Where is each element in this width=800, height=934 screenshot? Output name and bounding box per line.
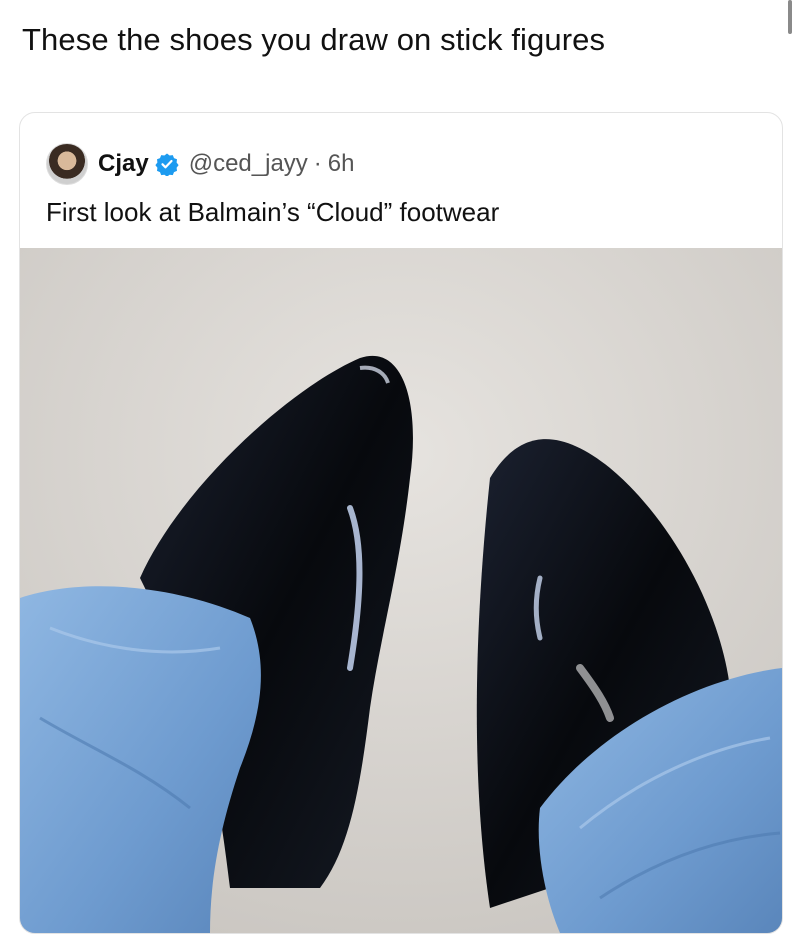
quoted-tweet-card[interactable]: Cjay @ced_jayy · 6h First look at Balmai… (19, 112, 783, 934)
tweet-media-photo[interactable] (20, 248, 782, 933)
verified-badge-icon (155, 153, 179, 176)
user-handle[interactable]: @ced_jayy (189, 150, 308, 178)
boots-photo-illustration (20, 248, 782, 933)
tweet-timestamp[interactable]: 6h (328, 150, 355, 178)
post-caption: These the shoes you draw on stick figure… (22, 22, 606, 57)
separator-dot: · (313, 150, 322, 177)
tweet-header: Cjay @ced_jayy · 6h (46, 143, 355, 185)
tweet-text: First look at Balmain’s “Cloud” footwear (46, 197, 500, 227)
scrollbar[interactable] (788, 0, 792, 34)
user-avatar[interactable] (46, 143, 88, 185)
display-name[interactable]: Cjay (98, 150, 149, 178)
